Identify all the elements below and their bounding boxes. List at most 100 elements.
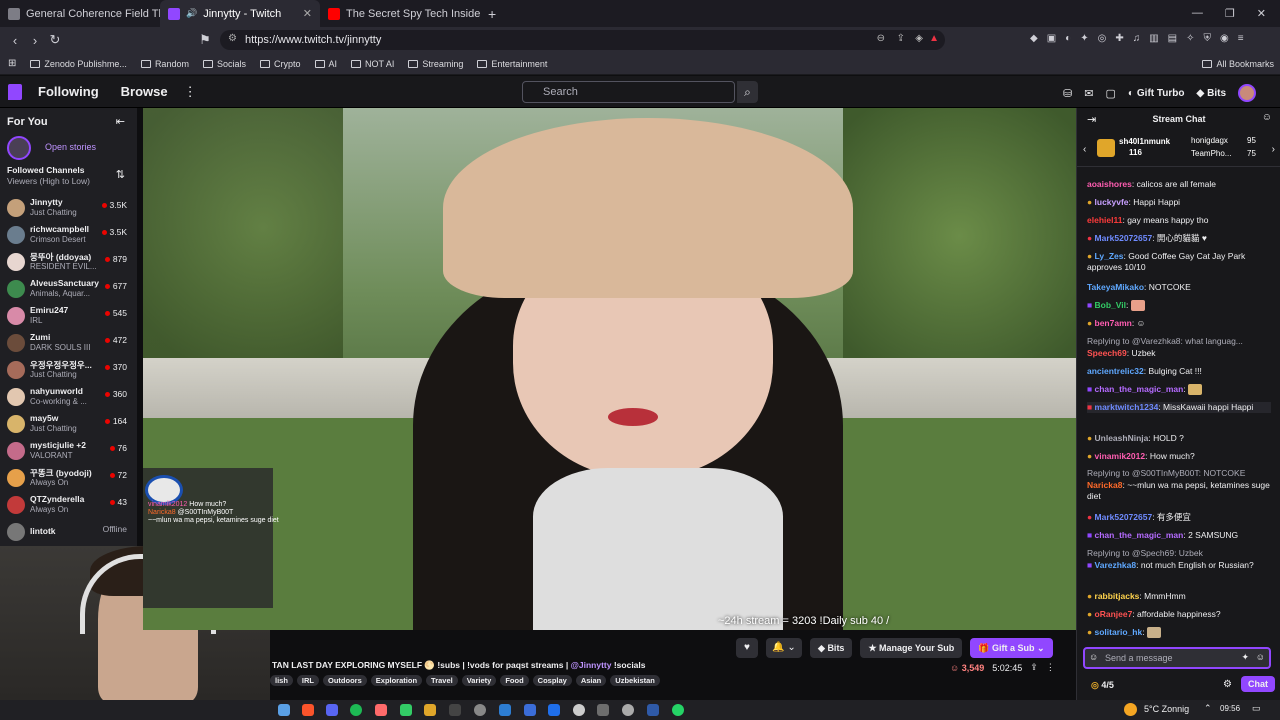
sidebar-channel[interactable]: 우정우정우정우... Just Chatting 370 <box>0 357 137 383</box>
reload-icon[interactable]: ↻ <box>45 32 65 48</box>
sidebar-channel[interactable]: QTZynderella Always On 43 <box>0 492 137 518</box>
sidebar-icon[interactable]: ▥ <box>1149 33 1158 44</box>
sidebar-channel[interactable]: nahyunworld Co-working & ... 360 <box>0 384 137 410</box>
taskbar-app-icon[interactable] <box>548 704 560 716</box>
chat-username[interactable]: marktwitch1234 <box>1095 402 1159 412</box>
leo-icon[interactable]: ✧ <box>1186 33 1194 44</box>
whispers-icon[interactable]: ▢ <box>1105 87 1115 100</box>
sidebar-channel[interactable]: may5w Just Chatting 164 <box>0 411 137 437</box>
tag[interactable]: Uzbekistan <box>610 675 660 686</box>
gift-sub-button[interactable]: 🎁 Gift a Sub ⌄ <box>970 638 1053 658</box>
following-link[interactable]: Following <box>38 84 99 99</box>
chat-settings-icon[interactable]: ⚙ <box>1223 679 1232 690</box>
taskbar-app-icon[interactable] <box>622 704 634 716</box>
extension-icon[interactable]: ✦ <box>1080 33 1088 44</box>
user-avatar[interactable] <box>1238 84 1257 102</box>
bookmark-not-ai[interactable]: NOT AI <box>351 59 394 69</box>
extension-icon[interactable]: ◎ <box>1098 33 1107 44</box>
sidebar-channel[interactable]: Zumi DARK SOULS III 472 <box>0 330 137 356</box>
weather-text[interactable]: 5°C Zonnig <box>1144 704 1189 714</box>
chat-username[interactable]: chan_the_magic_man <box>1095 530 1184 540</box>
community-icon[interactable]: ☺ <box>1262 112 1272 123</box>
chat-username[interactable]: chan_the_magic_man <box>1095 384 1184 394</box>
sidebar-channel[interactable]: 꾸똥크 (byodoji) Always On 72 <box>0 465 137 491</box>
tag[interactable]: Exploration <box>370 675 423 686</box>
forward-icon[interactable]: › <box>25 33 45 48</box>
bookmark-crypto[interactable]: Crypto <box>259 59 301 69</box>
brave-shield-icon[interactable]: ◈ <box>915 33 923 44</box>
clock[interactable]: 09:56 <box>1220 704 1240 713</box>
taskbar-app-icon[interactable] <box>375 704 387 716</box>
taskbar-app-icon[interactable] <box>278 704 290 716</box>
next-icon[interactable]: › <box>1272 144 1275 155</box>
bits-chat-icon[interactable]: ✦ <box>1241 652 1249 663</box>
stories-avatar[interactable] <box>7 136 31 160</box>
chat-username[interactable]: aoaishores <box>1087 179 1132 189</box>
collapse-sidebar-icon[interactable]: ⇤ <box>116 115 125 128</box>
prev-icon[interactable]: ‹ <box>1083 144 1086 155</box>
channel-points[interactable]: ◎ 4/5 <box>1091 680 1114 691</box>
music-icon[interactable]: ♫ <box>1133 33 1141 44</box>
taskbar-app-icon[interactable] <box>424 704 436 716</box>
bits-button[interactable]: ◆ Bits <box>1196 88 1226 99</box>
sidebar-channel[interactable]: lintotk Offline <box>0 519 137 545</box>
taskbar-steam-icon[interactable] <box>647 704 659 716</box>
close-window-icon[interactable]: ✕ <box>1257 7 1266 20</box>
share-icon[interactable]: ⇪ <box>1030 662 1038 673</box>
share-icon[interactable]: ⇪ <box>897 33 905 44</box>
all-bookmarks[interactable]: All Bookmarks <box>1202 59 1274 69</box>
taskbar-spotify-icon[interactable] <box>350 704 362 716</box>
minimize-icon[interactable]: — <box>1192 7 1203 20</box>
back-icon[interactable]: ‹ <box>5 33 25 48</box>
bits-cheer-button[interactable]: ◆ Bits <box>810 638 853 658</box>
taskbar-app-icon[interactable] <box>573 704 585 716</box>
vpn-icon[interactable]: ⛨ <box>1204 33 1212 44</box>
follow-heart-icon[interactable]: ♥ <box>736 638 758 658</box>
taskbar-app-icon[interactable] <box>499 704 511 716</box>
chat-username[interactable]: Mark52072657 <box>1095 512 1153 522</box>
tray-chevron-icon[interactable]: ⌃ <box>1204 703 1212 714</box>
bookmark-zenodo[interactable]: Zenodo Publishme... <box>30 59 127 69</box>
sidebar-channel[interactable]: Emiru247 IRL 545 <box>0 303 137 329</box>
taskbar-terminal-icon[interactable] <box>449 704 461 716</box>
site-info-icon[interactable]: ⚙ <box>228 33 237 44</box>
gift-turbo-button[interactable]: ◐ Gift Turbo <box>1128 88 1185 99</box>
extension-icon[interactable]: ◐ <box>1065 33 1071 44</box>
bookmark-socials[interactable]: Socials <box>202 59 246 69</box>
chat-username[interactable]: Varezhka8 <box>1095 560 1137 570</box>
new-tab-button[interactable]: + <box>480 0 504 27</box>
open-stories-link[interactable]: Open stories <box>45 142 96 152</box>
manage-sub-button[interactable]: ★ Manage Your Sub <box>860 638 963 658</box>
tag[interactable]: Travel <box>426 675 458 686</box>
prime-loot-icon[interactable]: ⛁ <box>1063 87 1072 100</box>
notification-icon[interactable]: ▭ <box>1252 703 1261 714</box>
chat-username[interactable]: solitario_hk <box>1095 627 1143 637</box>
sidebar-channel[interactable]: 뭉뚜아 (ddoyaa) RESIDENT EVIL... 879 <box>0 249 137 275</box>
profile-icon[interactable]: ◉ <box>1220 33 1229 44</box>
chat-send-button[interactable]: Chat <box>1241 676 1275 692</box>
taskbar-whatsapp-icon[interactable] <box>672 704 684 716</box>
chat-username[interactable]: ancientrelic32 <box>1087 366 1144 376</box>
search-input[interactable]: Search <box>522 81 735 103</box>
chat-username[interactable]: TakeyaMikako <box>1087 282 1144 292</box>
bookmark-streaming[interactable]: Streaming <box>408 59 463 69</box>
taskbar-app-icon[interactable] <box>474 704 486 716</box>
tag[interactable]: Cosplay <box>532 675 572 686</box>
sidebar-channel[interactable]: richwcampbell Crimson Desert 3.5K <box>0 222 137 248</box>
apps-grid-icon[interactable]: ⊞ <box>8 58 16 69</box>
chat-username[interactable]: oRanjee7 <box>1095 609 1133 619</box>
taskbar-browser-icon[interactable] <box>302 704 314 716</box>
chat-username[interactable]: Mark52072657 <box>1095 233 1153 243</box>
tag[interactable]: Outdoors <box>323 675 367 686</box>
chat-username[interactable]: elehiel11 <box>1087 215 1122 225</box>
wallet-icon[interactable]: ▤ <box>1168 33 1177 44</box>
more-icon[interactable]: ⋮ <box>184 84 197 100</box>
emote-picker-icon[interactable]: ☺ <box>1256 652 1265 662</box>
chat-username[interactable]: luckyvfe <box>1095 197 1129 207</box>
chat-username[interactable]: UnleashNinja <box>1095 433 1149 443</box>
chat-input[interactable]: ☺ Send a message ✦ ☺ <box>1083 647 1271 669</box>
bookmark-ai[interactable]: AI <box>314 59 337 69</box>
extension-icon[interactable]: ◆ <box>1030 33 1038 44</box>
tag[interactable]: Food <box>500 675 529 686</box>
rewards-icon[interactable]: ▲ <box>929 33 939 44</box>
